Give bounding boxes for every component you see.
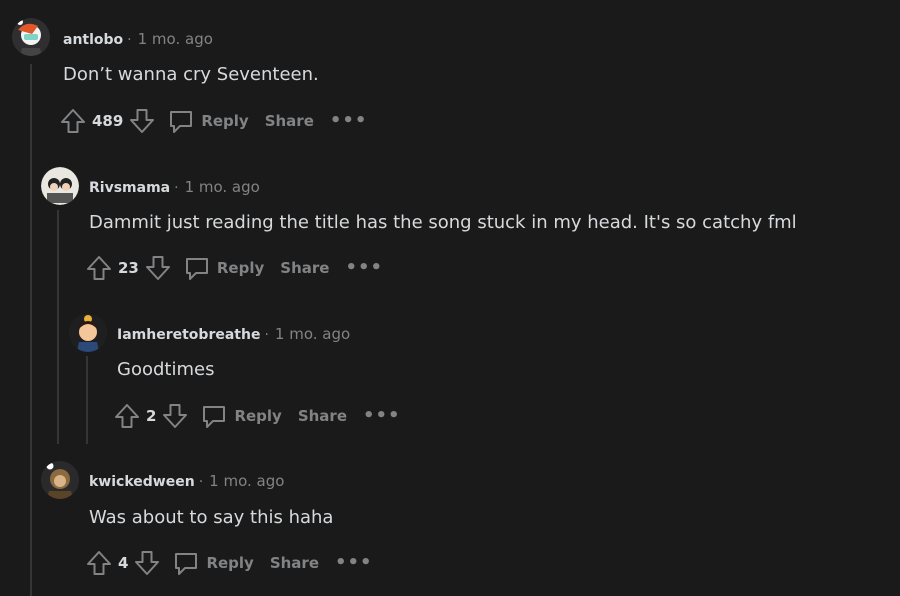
comment-kwickedween: kwickedween · 1 mo. ago Was about to say t… [0,441,900,581]
comment-actions: 4 Reply Share ••• [86,548,373,578]
upvote-icon[interactable] [86,549,112,577]
meta-separator: · [174,180,179,196]
reply-icon [170,111,193,133]
share-button[interactable]: Share [298,407,347,425]
vote-score: 2 [146,407,157,425]
upvote-icon[interactable] [114,402,140,430]
reply-label: Reply [201,112,249,130]
avatar[interactable] [41,461,79,499]
avatar[interactable] [12,18,50,56]
comment-meta: Iamheretobreathe · 1 mo. ago [117,325,350,344]
reply-label: Reply [216,259,265,277]
meta-separator: · [264,327,269,343]
comment-meta: Rivsmama · 1 mo. ago [89,178,260,197]
comment-body: Was about to say this haha [89,507,334,528]
vote-score: 4 [118,554,129,572]
comment-meta: kwickedween · 1 mo. ago [89,472,284,491]
comment-meta: antlobo · 1 mo. ago [63,30,213,49]
comment-actions: 23 Reply Share ••• [86,253,383,283]
comment-body: Don’t wanna cry Seventeen. [63,64,319,85]
reply-icon [175,553,198,575]
comment-rivsmama: Rivsmama · 1 mo. ago Dammit just reading t… [0,147,900,287]
meta-separator: · [198,474,204,490]
more-icon[interactable]: ••• [363,407,401,425]
upvote-icon[interactable] [60,107,86,135]
author-name[interactable]: Iamheretobreathe [117,327,260,343]
author-name[interactable]: Rivsmama [89,180,170,196]
comment-iamheretobreathe: Iamheretobreathe · 1 mo. ago Goodtimes 2 R… [0,294,900,434]
meta-separator: · [127,32,132,48]
vote-score: 489 [92,112,124,130]
more-icon[interactable]: ••• [335,554,373,572]
avatar[interactable] [41,167,79,205]
timestamp[interactable]: 1 mo. ago [185,178,260,196]
timestamp[interactable]: 1 mo. ago [138,30,213,48]
share-button[interactable]: Share [270,554,319,572]
comment-actions: 2 Reply Share ••• [114,401,401,431]
downvote-icon[interactable] [162,402,188,430]
author-name[interactable]: kwickedween [89,474,195,490]
downvote-icon[interactable] [145,254,171,282]
reply-button[interactable]: Reply [167,107,249,135]
reply-label: Reply [206,554,254,572]
more-icon[interactable]: ••• [330,112,368,130]
upvote-icon[interactable] [86,254,112,282]
downvote-icon[interactable] [134,549,160,577]
timestamp[interactable]: 1 mo. ago [275,325,350,343]
comment-actions: 489 Reply Share ••• [60,106,367,136]
reply-button[interactable]: Reply [172,549,254,577]
reply-icon [185,258,208,280]
author-name[interactable]: antlobo [63,32,123,48]
comment-body: Goodtimes [117,359,215,380]
timestamp[interactable]: 1 mo. ago [209,472,284,490]
vote-score: 23 [118,259,139,277]
reply-button[interactable]: Reply [183,254,264,282]
comment-body: Dammit just reading the title has the so… [89,212,797,233]
more-icon[interactable]: ••• [345,259,383,277]
reply-label: Reply [234,407,282,425]
downvote-icon[interactable] [129,107,155,135]
reply-icon [203,406,226,428]
avatar[interactable] [69,314,107,352]
share-button[interactable]: Share [265,112,314,130]
comment-antlobo: antlobo · 1 mo. ago Don’t wanna cry Sevent… [0,0,900,140]
reply-button[interactable]: Reply [200,402,282,430]
share-button[interactable]: Share [280,259,329,277]
